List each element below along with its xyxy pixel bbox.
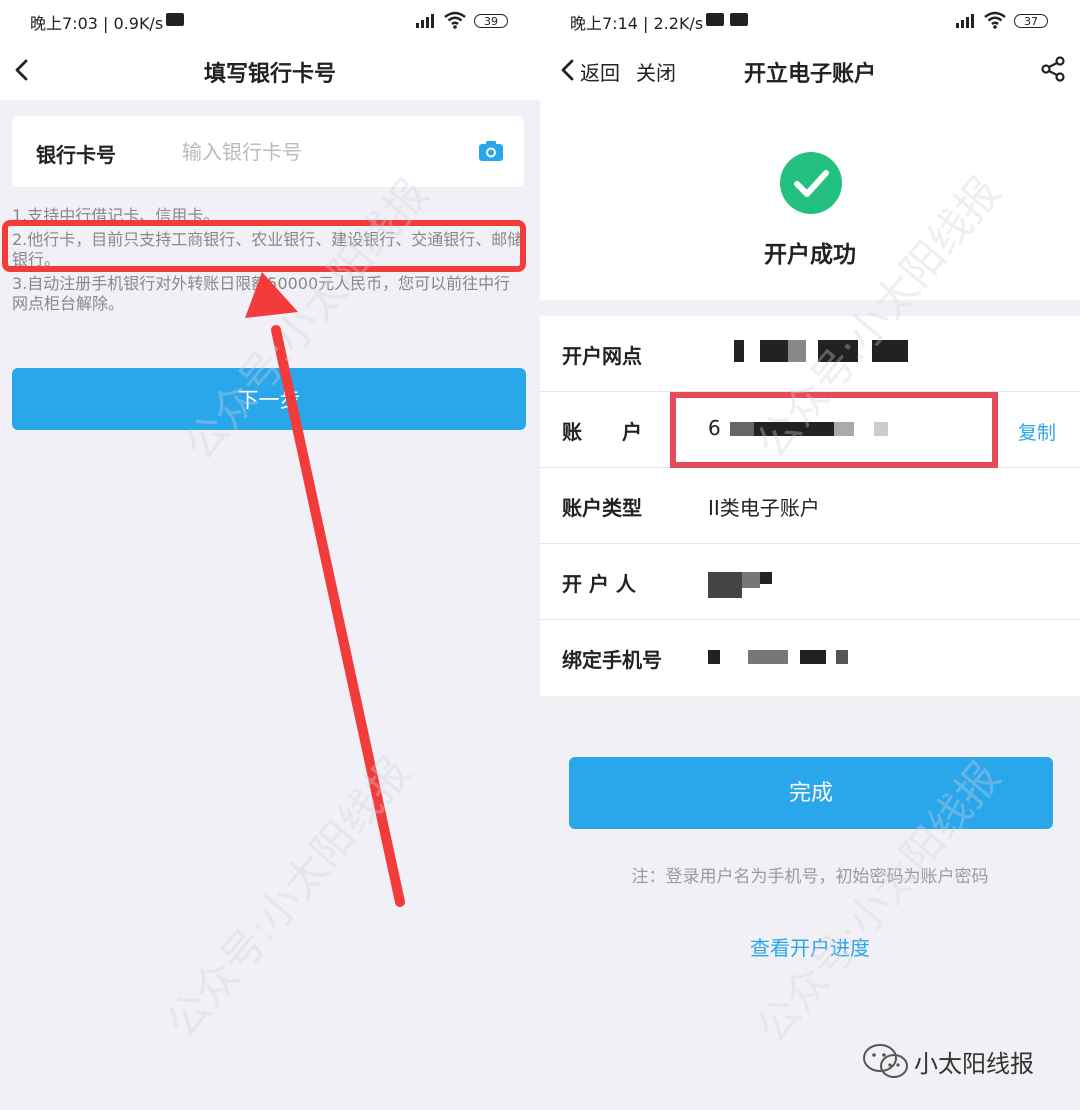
highlight-box: [2, 220, 526, 272]
message-notification-icon: [706, 13, 724, 26]
info-label: 开户网点: [562, 344, 642, 368]
info-label: 账户类型: [562, 496, 642, 520]
status-time: 晚上7:03 | 0.9K/s: [30, 14, 164, 33]
wechat-logo-icon: [863, 1044, 908, 1078]
info-label: 开 户 人: [562, 572, 636, 596]
blurred-value: [734, 340, 908, 362]
right-screenshot: 晚上7:14 | 2.2K/s 37 返回 关闭 开立电子账户 开户成功 开户网…: [540, 0, 1080, 1110]
message-notification-icon: [166, 13, 184, 26]
card-number-input[interactable]: [180, 136, 464, 168]
status-bar: 晚上7:14 | 2.2K/s 37: [540, 0, 1080, 40]
wifi-icon: [984, 11, 1006, 29]
message-notification-icon: [730, 13, 748, 26]
brand-name: 小太阳线报: [914, 1050, 1034, 1078]
status-bar: 晚上7:03 | 0.9K/s 39: [0, 0, 540, 40]
next-button[interactable]: 下一步: [12, 368, 526, 430]
view-progress-link[interactable]: 查看开户进度: [540, 932, 1080, 961]
success-check-icon: [780, 152, 842, 214]
card-number-row: 银行卡号: [12, 116, 524, 187]
account-info-list: 开户网点 账 户 6 复制 账户类型 II类电子账户 开 户 人 绑定手机号: [540, 316, 1080, 696]
info-label: 账 户: [562, 420, 642, 444]
info-row-type: 账户类型 II类电子账户: [540, 468, 1080, 544]
left-screenshot: 晚上7:03 | 0.9K/s 39 填写银行卡号 银行卡号 1.支持中行借记卡…: [0, 0, 540, 1110]
login-note: 注：登录用户名为手机号，初始密码为账户密码: [631, 867, 989, 887]
success-message: 开户成功: [764, 242, 856, 268]
nav-bar: 填写银行卡号: [0, 40, 540, 100]
note-3: 3.自动注册手机银行对外转账日限额50000元人民币，您可以前往中行网点柜台解除…: [12, 274, 511, 313]
nav-bar: 返回 关闭 开立电子账户: [540, 40, 1080, 100]
info-label: 绑定手机号: [562, 648, 662, 672]
info-value: II类电子账户: [708, 496, 820, 520]
card-number-label: 银行卡号: [36, 143, 116, 167]
success-section: 开户成功: [540, 100, 1080, 300]
info-row-phone: 绑定手机号: [540, 620, 1080, 696]
info-row-branch: 开户网点: [540, 316, 1080, 392]
blurred-value: [708, 650, 848, 664]
signal-icon: [956, 14, 974, 28]
status-time: 晚上7:14 | 2.2K/s: [570, 14, 704, 33]
copy-link[interactable]: 复制: [1018, 418, 1056, 445]
account-highlight-box: [670, 392, 998, 468]
info-row-holder: 开 户 人: [540, 544, 1080, 620]
battery-icon: 39: [474, 14, 508, 28]
page-title: 填写银行卡号: [203, 62, 336, 87]
battery-icon: 37: [1014, 14, 1048, 28]
blurred-value: [708, 572, 772, 598]
wifi-icon: [444, 11, 466, 29]
page-title: 开立电子账户: [743, 62, 876, 87]
camera-icon[interactable]: [478, 140, 504, 162]
signal-icon: [416, 14, 434, 28]
done-button[interactable]: 完成: [569, 757, 1053, 829]
share-icon[interactable]: [1040, 56, 1066, 82]
